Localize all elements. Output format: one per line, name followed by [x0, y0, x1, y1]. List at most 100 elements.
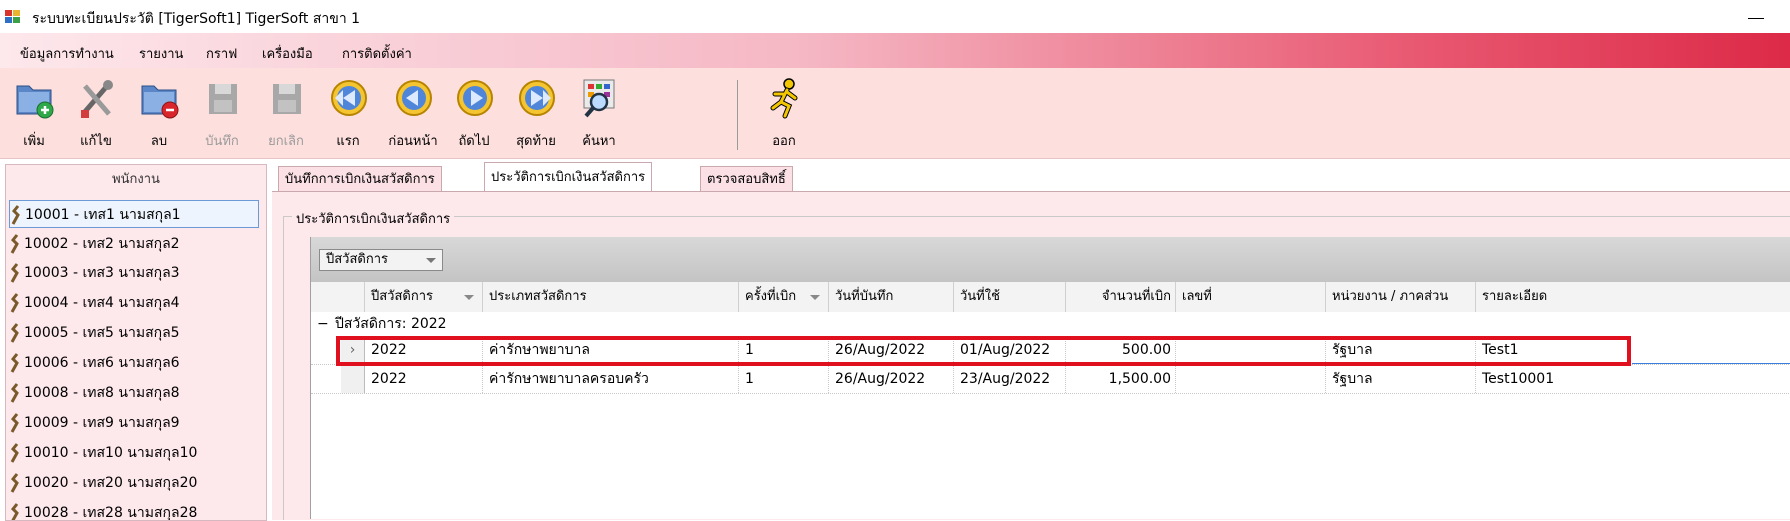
- employee-panel-header: พนักงาน: [112, 172, 160, 187]
- running-man-icon: [770, 78, 798, 119]
- chevron-down-icon: [464, 295, 474, 300]
- employee-item[interactable]: 10003 - เทส3 นามสกุล3: [9, 259, 259, 287]
- menu-graph[interactable]: กราฟ: [206, 43, 237, 64]
- person-icon: [10, 473, 19, 493]
- employee-item[interactable]: 10004 - เทส4 นามสกุล4: [9, 289, 259, 317]
- column-header-label: วันที่บันทึก: [835, 289, 894, 304]
- column-header-label: วันที่ใช้: [960, 289, 1000, 304]
- employee-item-label: 10009 - เทส9 นามสกุล9: [24, 415, 180, 431]
- employee-item[interactable]: 10010 - เทส10 นามสกุล10: [9, 439, 259, 467]
- person-icon: [10, 503, 19, 520]
- first-record-icon: [331, 80, 367, 116]
- employee-item-label: 10001 - เทส1 นามสกุล1: [25, 207, 181, 223]
- employee-item-label: 10010 - เทส10 นามสกุล10: [24, 445, 198, 461]
- cell-unit[interactable]: รัฐบาล: [1326, 365, 1476, 393]
- tab-welfare-history[interactable]: ประวัติการเบิกเงินสวัสดิการ: [484, 162, 653, 192]
- search-label: ค้นหา: [582, 134, 616, 149]
- first-button[interactable]: แรก: [315, 74, 381, 154]
- last-button[interactable]: สุดท้าย: [503, 74, 569, 154]
- employee-item-label: 10006 - เทส6 นามสกุล6: [24, 355, 180, 371]
- column-header-use-date[interactable]: วันที่ใช้: [954, 282, 1066, 312]
- employee-item[interactable]: 10028 - เทส28 นามสกุล28: [9, 499, 259, 520]
- previous-record-icon: [396, 80, 432, 116]
- highlight-annotation-box: [336, 336, 1631, 366]
- menu-report[interactable]: รายงาน: [139, 43, 183, 64]
- employee-item[interactable]: 10008 - เทส8 นามสกุล8: [9, 379, 259, 407]
- cell-number[interactable]: [1176, 365, 1326, 393]
- column-header-times[interactable]: ครั้งที่เบิก: [739, 282, 829, 312]
- delete-button[interactable]: ลบ: [126, 74, 192, 154]
- header-indicator: [311, 282, 365, 312]
- menu-work-data[interactable]: ข้อมูลการทำงาน: [20, 43, 114, 64]
- employee-item-label: 10003 - เทส3 นามสกุล3: [24, 265, 180, 281]
- column-header-row: ปีสวัสดิการ ประเภทสวัสดิการ ครั้งที่เบิก…: [311, 282, 1790, 313]
- cell-use-date[interactable]: 23/Aug/2022: [954, 365, 1066, 393]
- employee-item-label: 10005 - เทส5 นามสกุล5: [24, 325, 180, 341]
- column-header-record-date[interactable]: วันที่บันทึก: [829, 282, 954, 312]
- edit-button[interactable]: แก้ไข: [63, 74, 129, 154]
- title-bar: ระบบทะเบียนประวัติ [TigerSoft1] TigerSof…: [0, 0, 1790, 33]
- cell-amount[interactable]: 1,500.00: [1066, 365, 1176, 393]
- save-button[interactable]: บันทึก: [189, 74, 255, 154]
- next-record-icon: [457, 80, 493, 116]
- cell-record-date[interactable]: 26/Aug/2022: [829, 365, 954, 393]
- exit-label: ออก: [772, 134, 796, 149]
- employee-item[interactable]: 10009 - เทส9 นามสกุล9: [9, 409, 259, 437]
- tools-icon: [81, 80, 113, 118]
- next-button[interactable]: ถัดไป: [441, 74, 507, 154]
- table-row[interactable]: 2022 ค่ารักษาพยาบาลครอบครัว 1 26/Aug/202…: [311, 365, 1790, 394]
- tab-welfare-record[interactable]: บันทึกการเบิกเงินสวัสดิการ: [278, 166, 442, 192]
- person-icon: [10, 383, 19, 403]
- column-header-type[interactable]: ประเภทสวัสดิการ: [483, 282, 739, 312]
- row-focus-line: [1632, 363, 1790, 364]
- search-button[interactable]: ค้นหา: [566, 74, 632, 154]
- cell-detail[interactable]: Test10001: [1476, 365, 1790, 393]
- person-icon: [10, 263, 19, 283]
- exit-button[interactable]: ออก: [751, 74, 817, 154]
- add-button[interactable]: เพิ่ม: [1, 74, 67, 154]
- cell-year[interactable]: 2022: [365, 365, 483, 393]
- menu-tools[interactable]: เครื่องมือ: [262, 43, 313, 64]
- row-indicator: [341, 365, 365, 393]
- column-header-detail[interactable]: รายละเอียด: [1476, 282, 1790, 312]
- employee-item-label: 10020 - เทส20 นามสกุล20: [24, 475, 198, 491]
- previous-label: ก่อนหน้า: [388, 134, 438, 149]
- person-icon: [10, 234, 19, 254]
- employee-item[interactable]: 10006 - เทส6 นามสกุล6: [9, 349, 259, 377]
- column-header-label: ครั้งที่เบิก: [745, 289, 797, 304]
- save-label: บันทึก: [205, 134, 239, 149]
- employee-item[interactable]: 10005 - เทส5 นามสกุล5: [9, 319, 259, 347]
- last-label: สุดท้าย: [516, 134, 556, 149]
- last-record-icon: [519, 80, 555, 116]
- delete-label: ลบ: [150, 134, 168, 149]
- person-icon: [10, 293, 19, 313]
- employee-item[interactable]: 10001 - เทส1 นามสกุล1: [9, 200, 259, 228]
- employee-item[interactable]: 10020 - เทส20 นามสกุล20: [9, 469, 259, 497]
- column-header-number[interactable]: เลขที่: [1176, 282, 1326, 312]
- column-header-unit[interactable]: หน่วยงาน / ภาคส่วน: [1326, 282, 1476, 312]
- cell-type[interactable]: ค่ารักษาพยาบาลครอบครัว: [483, 365, 739, 393]
- employee-item-label: 10008 - เทส8 นามสกุล8: [24, 385, 180, 401]
- history-grid: ปีสวัสดิการ ปีสวัสดิการ ประเภทสวัสดิการ …: [310, 237, 1790, 519]
- column-header-label: รายละเอียด: [1482, 289, 1548, 304]
- previous-button[interactable]: ก่อนหน้า: [380, 74, 446, 154]
- column-header-year[interactable]: ปีสวัสดิการ: [365, 282, 483, 312]
- person-icon: [10, 413, 19, 433]
- column-header-amount[interactable]: จำนวนที่เบิก: [1066, 282, 1176, 312]
- group-by-chip[interactable]: ปีสวัสดิการ: [319, 249, 443, 271]
- cell-times[interactable]: 1: [739, 365, 829, 393]
- employee-item-label: 10002 - เทส2 นามสกุล2: [24, 236, 180, 252]
- minimize-button[interactable]: [1730, 2, 1780, 32]
- column-header-label: จำนวนที่เบิก: [1101, 289, 1171, 304]
- cancel-button[interactable]: ยกเลิก: [253, 74, 319, 154]
- toolbar-separator: [737, 80, 738, 150]
- group-by-chip-label: ปีสวัสดิการ: [326, 252, 389, 267]
- employee-item[interactable]: 10002 - เทส2 นามสกุล2: [9, 230, 259, 258]
- group-row[interactable]: − ปีสวัสดิการ: 2022: [311, 312, 1790, 336]
- tab-check-rights[interactable]: ตรวจสอบสิทธิ์: [700, 166, 793, 192]
- menu-settings[interactable]: การติดตั้งค่า: [342, 43, 412, 64]
- edit-label: แก้ไข: [80, 134, 112, 149]
- collapse-toggle-icon[interactable]: −: [317, 312, 329, 336]
- person-icon: [10, 353, 19, 373]
- menu-bar: ข้อมูลการทำงาน รายงาน กราฟ เครื่องมือ กา…: [0, 33, 1790, 68]
